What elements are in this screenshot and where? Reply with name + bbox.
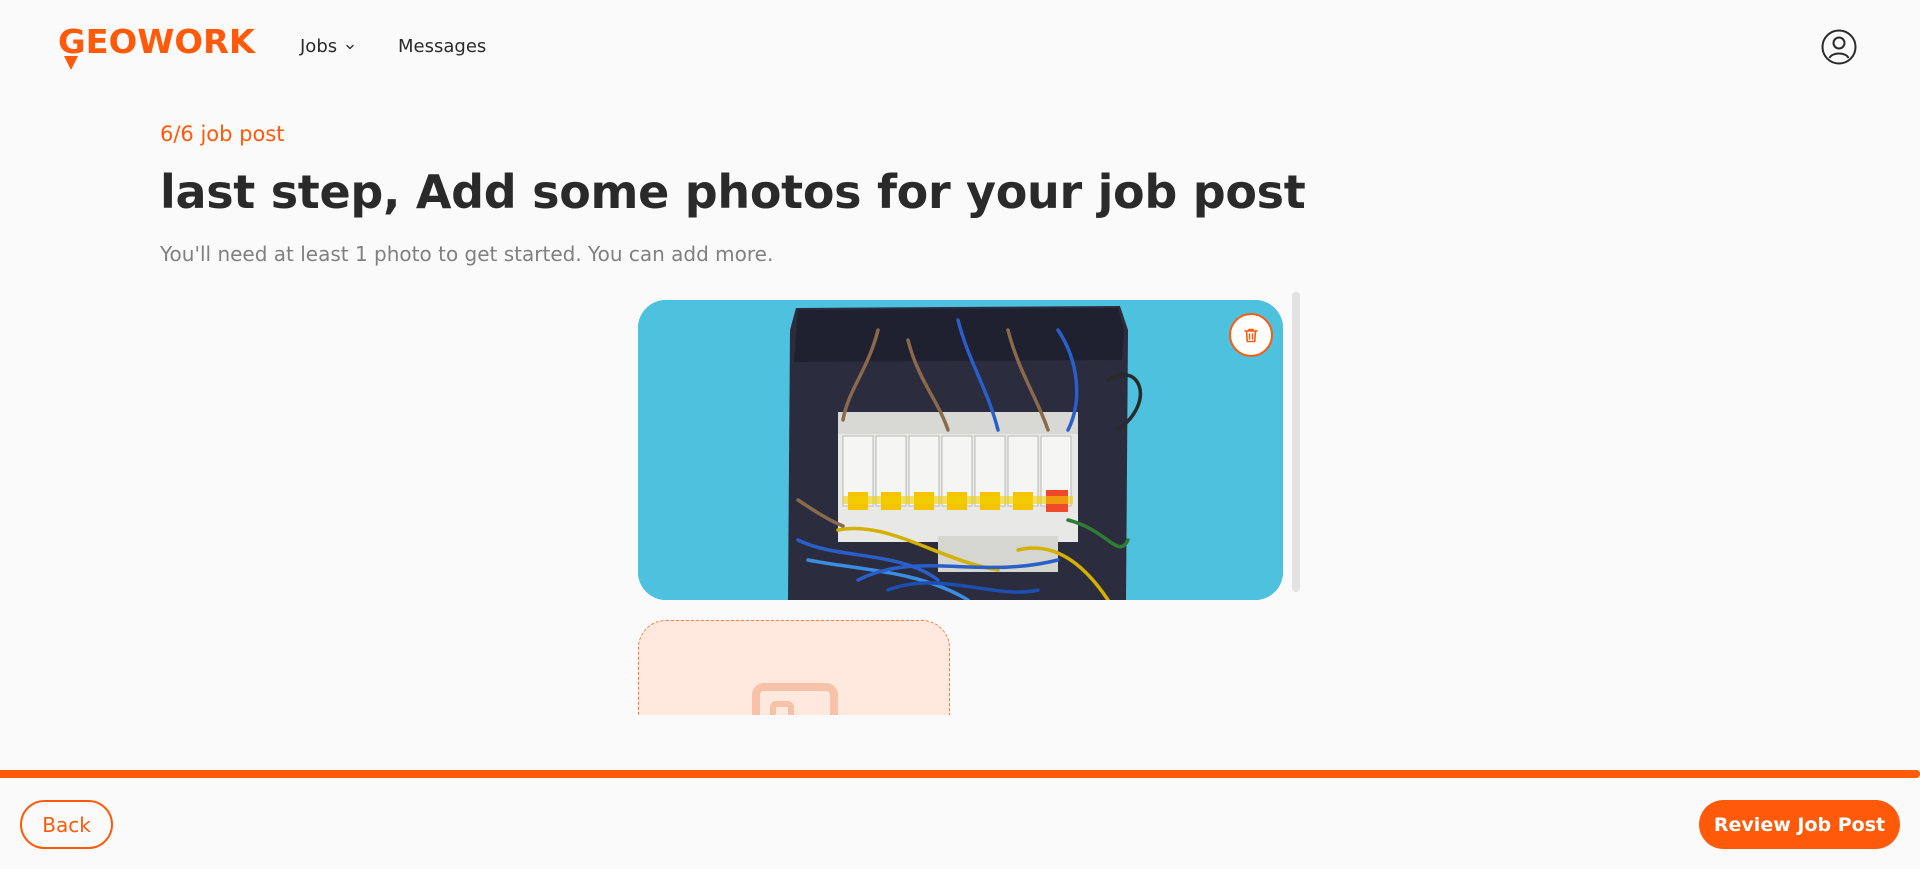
progress-bar — [0, 770, 1920, 778]
photo-thumbnail — [638, 300, 1283, 600]
profile-button[interactable] — [1820, 28, 1858, 66]
add-photo-tile[interactable] — [638, 620, 950, 715]
top-header: GEOWORK Jobs Messages — [0, 0, 1920, 96]
nav-messages[interactable]: Messages — [398, 36, 486, 58]
image-placeholder-inner — [770, 701, 794, 715]
nav-messages-label: Messages — [398, 36, 487, 57]
page-title: last step, Add some photos for your job … — [160, 165, 1306, 219]
photo-list-scrollbar[interactable] — [1292, 292, 1300, 592]
logo-pin-icon — [64, 56, 78, 70]
user-circle-icon — [1821, 29, 1857, 65]
electrical-panel-photo — [638, 300, 1283, 600]
nav-jobs-label: Jobs — [300, 36, 338, 57]
trash-icon — [1244, 328, 1258, 343]
geowork-logo[interactable]: GEOWORK — [58, 22, 255, 72]
chevron-down-icon — [346, 44, 354, 50]
back-button[interactable]: Back — [20, 800, 113, 849]
step-indicator: 6/6 job post — [160, 122, 285, 146]
progress-bar-fill — [0, 770, 1920, 778]
page-subtitle: You'll need at least 1 photo to get star… — [160, 242, 774, 266]
review-job-post-button[interactable]: Review Job Post — [1699, 800, 1900, 849]
image-placeholder-icon — [752, 683, 838, 715]
nav-jobs[interactable]: Jobs — [300, 36, 355, 58]
delete-photo-button[interactable] — [1229, 313, 1273, 357]
logo-text: GEOWORK — [58, 22, 255, 61]
